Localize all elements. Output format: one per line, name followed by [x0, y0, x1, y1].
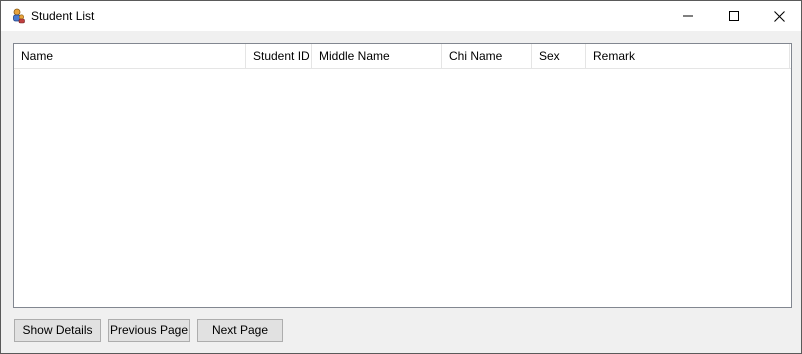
student-list-window: Student List Name Student ID Middle Name…: [0, 0, 802, 354]
maximize-icon: [729, 11, 739, 21]
list-header: Name Student ID Middle Name Chi Name Sex…: [14, 44, 791, 69]
column-header-student-id[interactable]: Student ID: [246, 44, 312, 69]
close-button[interactable]: [756, 1, 802, 31]
column-header-middle-name[interactable]: Middle Name: [312, 44, 442, 69]
column-header-chi-name[interactable]: Chi Name: [442, 44, 532, 69]
next-page-button[interactable]: Next Page: [197, 319, 283, 342]
minimize-button[interactable]: [665, 1, 711, 31]
show-details-button[interactable]: Show Details: [14, 319, 101, 342]
students-icon: [10, 8, 26, 24]
close-icon: [773, 10, 785, 22]
student-list-view[interactable]: Name Student ID Middle Name Chi Name Sex…: [13, 43, 792, 308]
maximize-button[interactable]: [711, 1, 757, 31]
previous-page-button[interactable]: Previous Page: [108, 319, 190, 342]
column-header-remark[interactable]: Remark: [586, 44, 790, 69]
minimize-icon: [683, 15, 693, 17]
window-title: Student List: [31, 9, 95, 23]
title-bar: Student List: [1, 1, 801, 31]
column-header-sex[interactable]: Sex: [532, 44, 586, 69]
column-header-name[interactable]: Name: [14, 44, 246, 69]
